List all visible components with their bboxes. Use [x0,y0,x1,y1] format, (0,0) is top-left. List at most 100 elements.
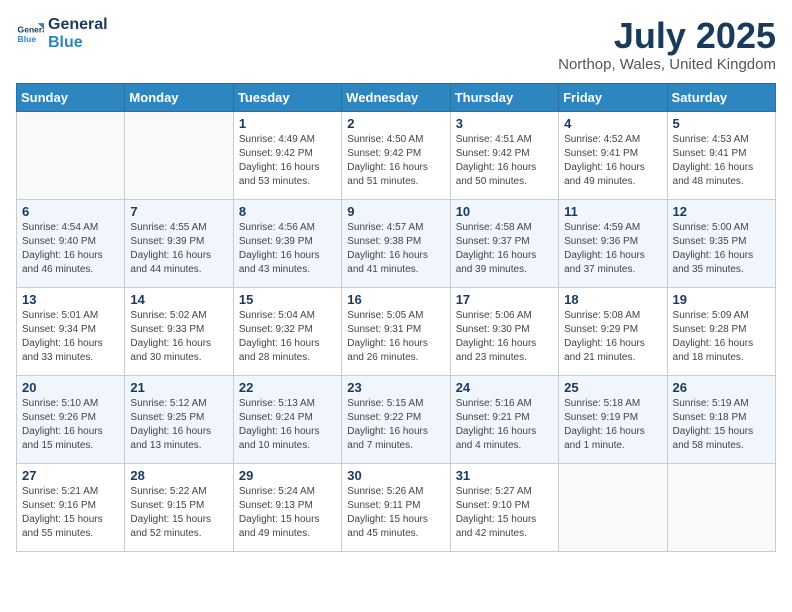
day-number: 2 [347,116,444,131]
day-number: 27 [22,468,119,483]
calendar-cell: 7 Sunrise: 4:55 AMSunset: 9:39 PMDaylight… [125,199,233,287]
calendar-cell: 24Sunrise: 5:16 AMSunset: 9:21 PMDayligh… [450,375,558,463]
calendar-table: SundayMondayTuesdayWednesdayThursdayFrid… [16,83,776,552]
day-header-thursday: Thursday [450,83,558,111]
calendar-cell [559,463,667,551]
svg-text:General: General [18,24,44,34]
calendar-cell: 5Sunrise: 4:53 AMSunset: 9:41 PMDaylight… [667,111,775,199]
calendar-cell: 29Sunrise: 5:24 AMSunset: 9:13 PMDayligh… [233,463,341,551]
day-info: Sunrise: 5:05 AMSunset: 9:31 PMDaylight:… [347,309,444,365]
day-info: Sunrise: 4:57 AMSunset: 9:38 PMDaylight:… [347,221,444,277]
day-number: 31 [456,468,553,483]
calendar-cell: 23 Sunrise: 5:15 AMSunset: 9:22 PMDayligh… [342,375,450,463]
calendar-cell: 16 Sunrise: 5:05 AMSunset: 9:31 PMDayligh… [342,287,450,375]
day-number: 19 [673,292,770,307]
day-number: 4 [564,116,661,131]
day-number: 26 [673,380,770,395]
day-info: Sunrise: 5:08 AMSunset: 9:29 PMDaylight:… [564,309,661,365]
calendar-cell: 2 Sunrise: 4:50 AMSunset: 9:42 PMDaylight… [342,111,450,199]
day-number: 6 [22,204,119,219]
calendar-cell: 30 Sunrise: 5:26 AMSunset: 9:11 PMDayligh… [342,463,450,551]
calendar-cell: 14Sunrise: 5:02 AMSunset: 9:33 PMDayligh… [125,287,233,375]
calendar-cell: 28Sunrise: 5:22 AMSunset: 9:15 PMDayligh… [125,463,233,551]
logo-icon: General Blue [16,20,44,48]
day-number: 1 [239,116,336,131]
day-info: Sunrise: 5:15 AMSunset: 9:22 PMDaylight:… [347,397,444,453]
day-info: Sunrise: 5:19 AMSunset: 9:18 PMDaylight:… [673,397,770,453]
day-number: 9 [347,204,444,219]
month-title: July 2025 [558,16,776,56]
day-number: 15 [239,292,336,307]
logo-line2: Blue [48,34,108,52]
day-number: 13 [22,292,119,307]
title-block: July 2025 Northop, Wales, United Kingdom [558,16,776,73]
day-info: Sunrise: 4:55 AMSunset: 9:39 PMDaylight:… [130,221,227,277]
day-info: Sunrise: 5:00 AMSunset: 9:35 PMDaylight:… [673,221,770,277]
day-number: 8 [239,204,336,219]
day-number: 17 [456,292,553,307]
calendar-week-row: 27 Sunrise: 5:21 AMSunset: 9:16 PMDayligh… [17,463,776,551]
calendar-cell: 4 Sunrise: 4:52 AMSunset: 9:41 PMDaylight… [559,111,667,199]
day-header-friday: Friday [559,83,667,111]
day-info: Sunrise: 5:26 AMSunset: 9:11 PMDaylight:… [347,485,444,541]
day-info: Sunrise: 4:59 AMSunset: 9:36 PMDaylight:… [564,221,661,277]
day-info: Sunrise: 5:06 AMSunset: 9:30 PMDaylight:… [456,309,553,365]
day-info: Sunrise: 5:04 AMSunset: 9:32 PMDaylight:… [239,309,336,365]
day-info: Sunrise: 5:12 AMSunset: 9:25 PMDaylight:… [130,397,227,453]
calendar-cell: 8 Sunrise: 4:56 AMSunset: 9:39 PMDaylight… [233,199,341,287]
calendar-header-row: SundayMondayTuesdayWednesdayThursdayFrid… [17,83,776,111]
day-number: 10 [456,204,553,219]
day-number: 5 [673,116,770,131]
calendar-cell [125,111,233,199]
day-header-tuesday: Tuesday [233,83,341,111]
calendar-cell: 21 Sunrise: 5:12 AMSunset: 9:25 PMDayligh… [125,375,233,463]
day-info: Sunrise: 5:01 AMSunset: 9:34 PMDaylight:… [22,309,119,365]
calendar-cell: 11Sunrise: 4:59 AMSunset: 9:36 PMDayligh… [559,199,667,287]
day-info: Sunrise: 5:09 AMSunset: 9:28 PMDaylight:… [673,309,770,365]
calendar-cell: 15 Sunrise: 5:04 AMSunset: 9:32 PMDayligh… [233,287,341,375]
day-info: Sunrise: 4:51 AMSunset: 9:42 PMDaylight:… [456,133,553,189]
calendar-cell: 6Sunrise: 4:54 AMSunset: 9:40 PMDaylight… [17,199,125,287]
day-number: 18 [564,292,661,307]
day-header-sunday: Sunday [17,83,125,111]
page-header: General Blue General Blue July 2025 Nort… [16,16,776,73]
day-info: Sunrise: 5:16 AMSunset: 9:21 PMDaylight:… [456,397,553,453]
day-header-saturday: Saturday [667,83,775,111]
calendar-cell: 12Sunrise: 5:00 AMSunset: 9:35 PMDayligh… [667,199,775,287]
day-info: Sunrise: 4:56 AMSunset: 9:39 PMDaylight:… [239,221,336,277]
day-info: Sunrise: 4:50 AMSunset: 9:42 PMDaylight:… [347,133,444,189]
calendar-week-row: 6Sunrise: 4:54 AMSunset: 9:40 PMDaylight… [17,199,776,287]
calendar-cell: 22Sunrise: 5:13 AMSunset: 9:24 PMDayligh… [233,375,341,463]
calendar-cell [667,463,775,551]
day-number: 22 [239,380,336,395]
calendar-cell: 26 Sunrise: 5:19 AMSunset: 9:18 PMDayligh… [667,375,775,463]
calendar-cell: 13 Sunrise: 5:01 AMSunset: 9:34 PMDayligh… [17,287,125,375]
day-info: Sunrise: 4:58 AMSunset: 9:37 PMDaylight:… [456,221,553,277]
calendar-week-row: 13 Sunrise: 5:01 AMSunset: 9:34 PMDayligh… [17,287,776,375]
day-info: Sunrise: 5:21 AMSunset: 9:16 PMDaylight:… [22,485,119,541]
day-number: 21 [130,380,227,395]
svg-text:Blue: Blue [18,33,37,43]
calendar-week-row: 1Sunrise: 4:49 AMSunset: 9:42 PMDaylight… [17,111,776,199]
day-info: Sunrise: 5:27 AMSunset: 9:10 PMDaylight:… [456,485,553,541]
logo: General Blue General Blue [16,16,108,51]
calendar-cell: 31 Sunrise: 5:27 AMSunset: 9:10 PMDayligh… [450,463,558,551]
day-number: 20 [22,380,119,395]
day-number: 30 [347,468,444,483]
day-header-monday: Monday [125,83,233,111]
day-number: 29 [239,468,336,483]
day-number: 3 [456,116,553,131]
calendar-cell [17,111,125,199]
day-number: 25 [564,380,661,395]
calendar-cell: 1Sunrise: 4:49 AMSunset: 9:42 PMDaylight… [233,111,341,199]
day-info: Sunrise: 4:52 AMSunset: 9:41 PMDaylight:… [564,133,661,189]
calendar-cell: 25Sunrise: 5:18 AMSunset: 9:19 PMDayligh… [559,375,667,463]
day-info: Sunrise: 5:02 AMSunset: 9:33 PMDaylight:… [130,309,227,365]
calendar-cell: 27 Sunrise: 5:21 AMSunset: 9:16 PMDayligh… [17,463,125,551]
calendar-cell: 18 Sunrise: 5:08 AMSunset: 9:29 PMDayligh… [559,287,667,375]
day-info: Sunrise: 5:10 AMSunset: 9:26 PMDaylight:… [22,397,119,453]
day-number: 7 [130,204,227,219]
day-number: 16 [347,292,444,307]
calendar-cell: 20 Sunrise: 5:10 AMSunset: 9:26 PMDayligh… [17,375,125,463]
day-number: 23 [347,380,444,395]
